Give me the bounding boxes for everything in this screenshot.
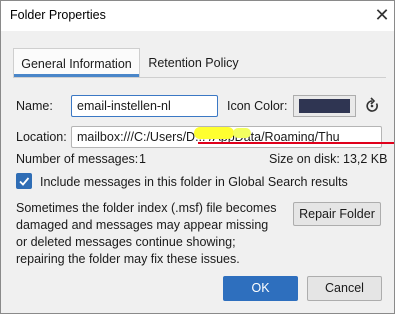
folder-properties-dialog: Folder Properties ✕ General Information … (0, 0, 395, 314)
global-search-label[interactable]: Include messages in this folder in Globa… (40, 175, 348, 189)
color-swatch (299, 99, 350, 113)
icon-color-label: Icon Color: (227, 99, 288, 113)
size-on-disk-value: 13,2 KB (343, 152, 388, 166)
tab-label: Retention Policy (148, 56, 239, 70)
redaction-mark (233, 128, 251, 138)
icon-color-picker[interactable] (293, 95, 356, 117)
cancel-button[interactable]: Cancel (307, 276, 382, 301)
redaction-mark (194, 127, 234, 139)
repair-folder-button[interactable]: Repair Folder (293, 202, 381, 226)
annotation-underline (198, 142, 394, 144)
window-title: Folder Properties (10, 8, 106, 22)
tab-general-information[interactable]: General Information (13, 48, 140, 77)
repair-description: Sometimes the folder index (.msf) file b… (16, 201, 277, 266)
tab-panel-divider (13, 77, 386, 78)
location-label: Location: (16, 130, 67, 144)
name-label: Name: (16, 99, 53, 113)
name-input[interactable]: email-instellen-nl (71, 95, 218, 117)
close-icon[interactable]: ✕ (373, 4, 391, 26)
reset-color-icon[interactable] (363, 96, 381, 116)
size-on-disk-label: Size on disk: (269, 152, 340, 166)
tab-label: General Information (21, 57, 132, 71)
title-bar: Folder Properties ✕ (1, 1, 394, 31)
messages-count-value: 1 (139, 152, 146, 166)
messages-count-label: Number of messages: (16, 152, 139, 166)
global-search-checkbox[interactable] (16, 173, 32, 189)
checkmark-icon (19, 177, 30, 186)
ok-button[interactable]: OK (223, 276, 298, 301)
tab-retention-policy[interactable]: Retention Policy (141, 48, 246, 77)
